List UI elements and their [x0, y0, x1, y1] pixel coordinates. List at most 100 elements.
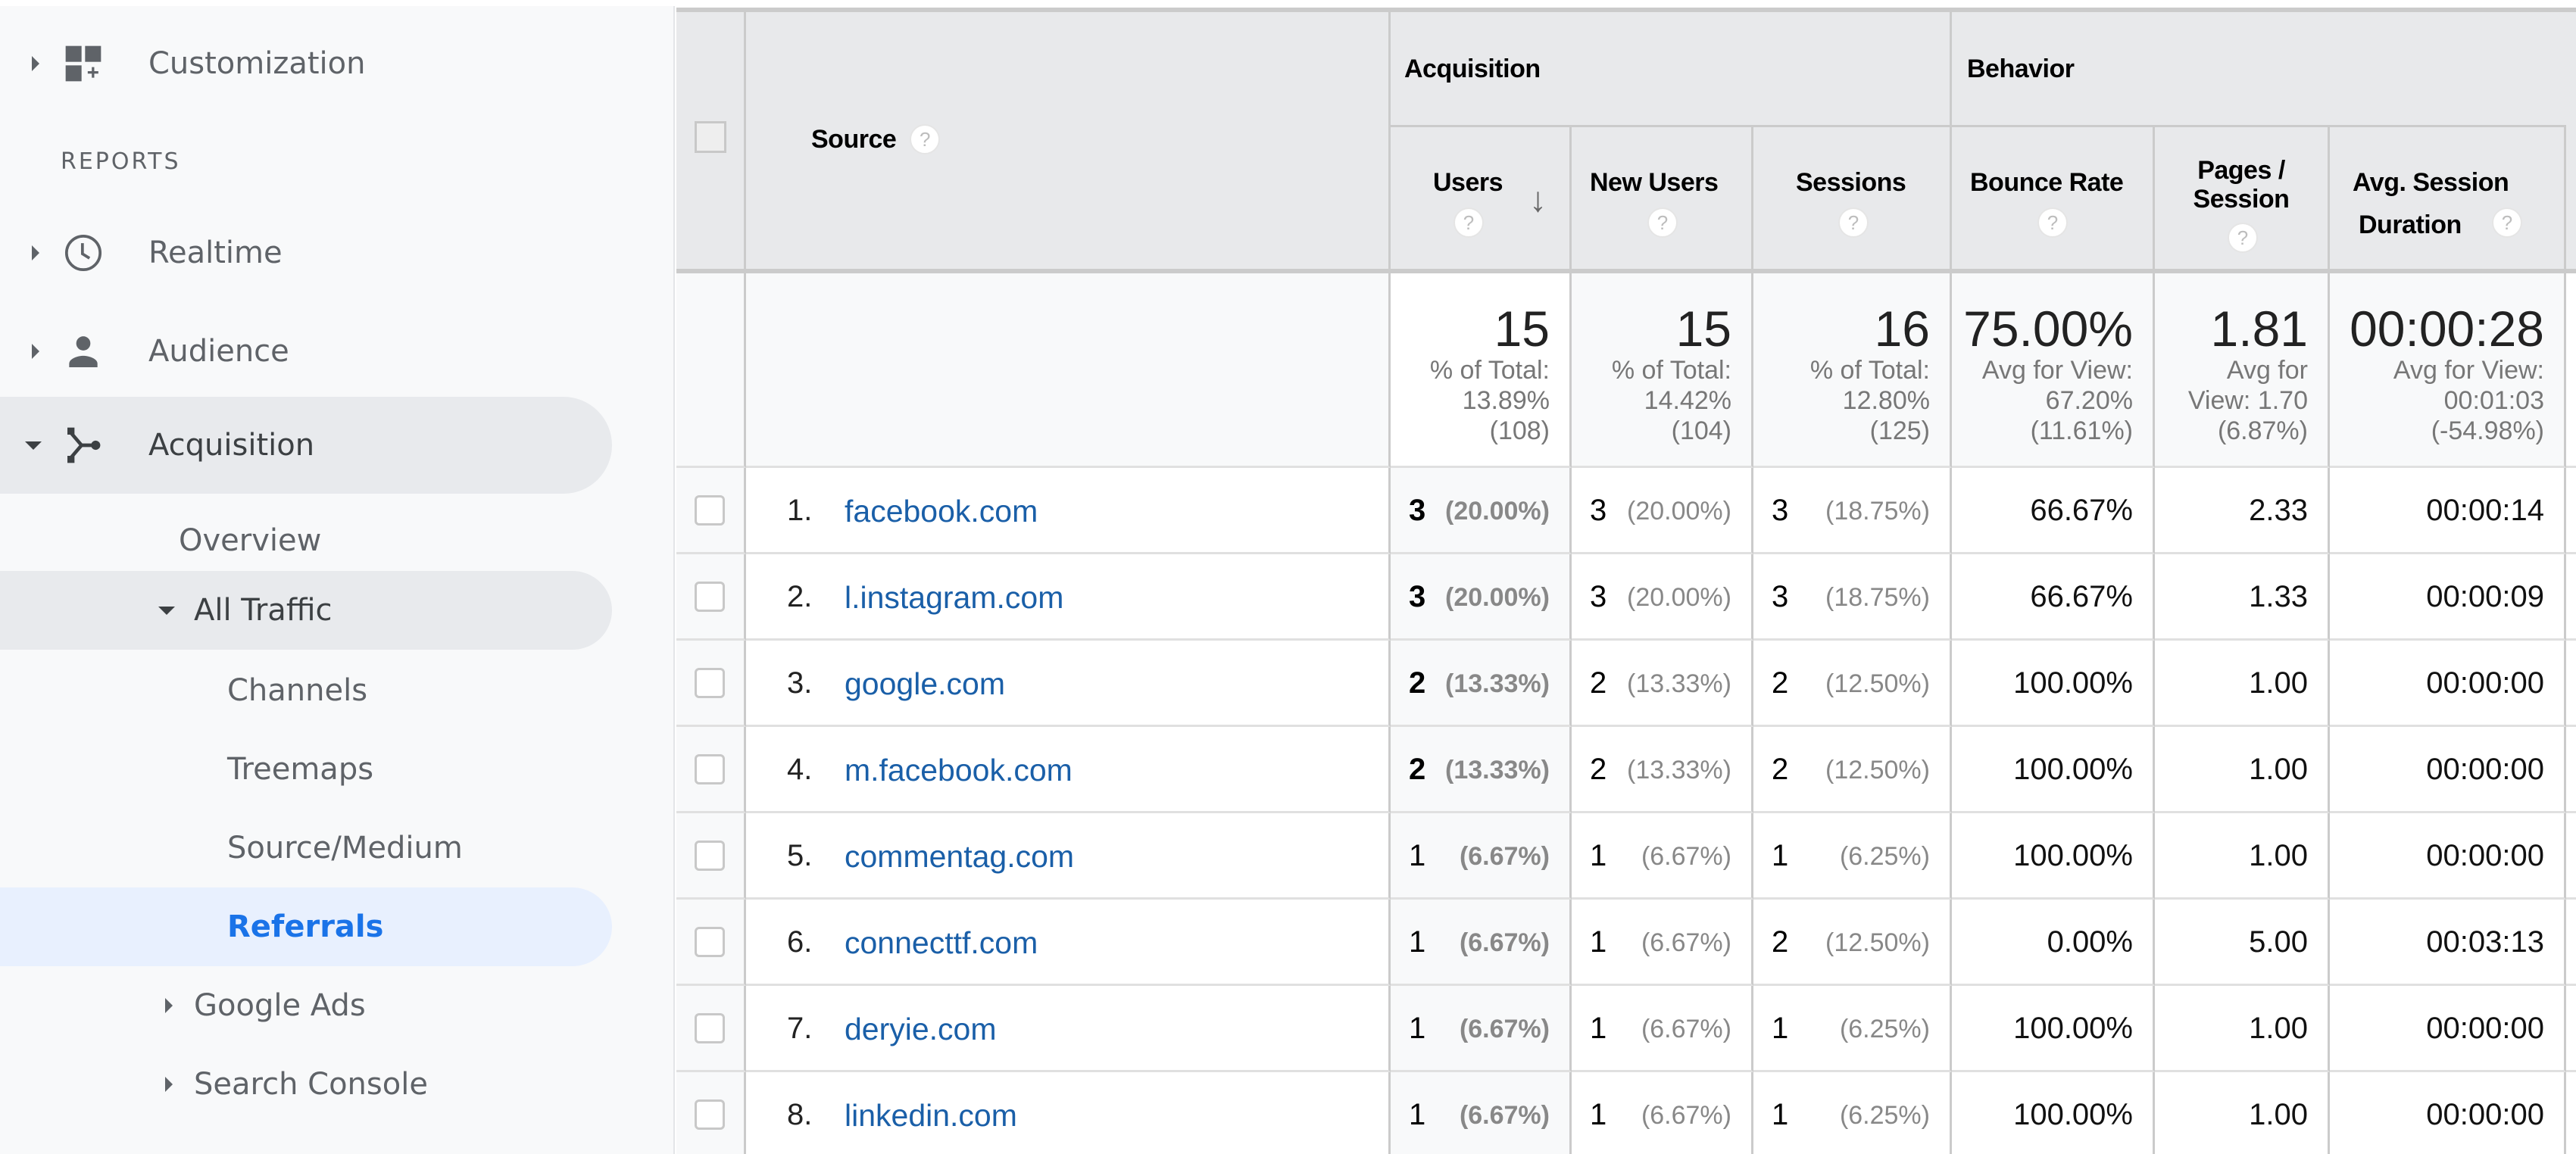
sidebar-item-source-medium[interactable]: Source/Medium [0, 809, 612, 887]
metric-percent: (6.67%) [1641, 842, 1731, 871]
help-icon[interactable]: ? [2037, 207, 2068, 238]
row-avg-duration-cell: 00:00:14 [2330, 468, 2566, 554]
row-overflow-cell [2566, 554, 2576, 641]
clock-icon [62, 232, 105, 274]
group-header-acquisition: Acquisition [1391, 8, 1952, 127]
help-icon[interactable]: ? [1838, 207, 1869, 238]
sidebar-item-channels[interactable]: Channels [0, 651, 612, 730]
total-value: 75.00% [1963, 301, 2133, 357]
source-link[interactable]: l.instagram.com [845, 580, 1063, 616]
sidebar-item-audience[interactable]: Audience [0, 303, 612, 400]
sidebar-item-google-ads[interactable]: Google Ads [0, 966, 612, 1045]
column-header-pages-session[interactable]: Pages / Session ? [2155, 127, 2330, 273]
sidebar-item-acquisition[interactable]: Acquisition [0, 397, 612, 494]
source-link[interactable]: connecttf.com [845, 925, 1038, 961]
row-new-users-cell: 1 (6.67%) [1572, 900, 1753, 986]
metric-value: 1 [1409, 925, 1426, 959]
select-all-checkbox[interactable] [695, 121, 726, 153]
column-header-sessions[interactable]: Sessions ? [1753, 127, 1952, 273]
column-header-label: Duration [2359, 211, 2462, 239]
sidebar-item-search-console[interactable]: Search Console [0, 1045, 612, 1124]
sidebar-item-label: Acquisition [148, 428, 315, 463]
column-header-label: Avg. Session [2353, 168, 2509, 197]
totals-overflow-cell [2566, 273, 2576, 468]
row-pages-session-cell: 1.00 [2155, 641, 2330, 727]
help-icon[interactable]: ? [1453, 207, 1484, 238]
help-icon[interactable]: ? [1647, 207, 1678, 238]
source-link[interactable]: m.facebook.com [845, 753, 1073, 788]
row-sessions-cell: 3 (18.75%) [1753, 554, 1952, 641]
metric-value: 00:00:09 [2426, 580, 2544, 613]
totals-source-cell [746, 273, 1391, 468]
row-checkbox[interactable] [695, 754, 725, 784]
total-average: View: 1.70 [2187, 386, 2308, 415]
sidebar-item-label: Realtime [148, 235, 283, 270]
row-checkbox[interactable] [695, 668, 725, 698]
row-overflow-cell [2566, 900, 2576, 986]
sidebar-item-treemaps[interactable]: Treemaps [0, 730, 612, 809]
row-select-cell [676, 813, 746, 900]
help-icon[interactable]: ? [2228, 223, 2258, 253]
metric-value: 00:00:00 [2426, 1098, 2544, 1131]
caret-right-icon [165, 998, 173, 1013]
source-link[interactable]: commentag.com [845, 839, 1074, 875]
sidebar-item-all-traffic[interactable]: All Traffic [0, 571, 612, 650]
section-label-reports: REPORTS [61, 148, 181, 175]
metric-value: 100.00% [2013, 1012, 2133, 1045]
totals-select-cell [676, 273, 746, 468]
source-link[interactable]: facebook.com [845, 494, 1038, 529]
total-value: 16 [1874, 301, 1930, 357]
row-select-cell [676, 468, 746, 554]
row-users-cell: 1 (6.67%) [1391, 1072, 1572, 1154]
column-header-users[interactable]: Users ? ↓ [1391, 127, 1572, 273]
column-header-label: New Users [1590, 168, 1719, 197]
metric-percent: (6.25%) [1839, 1015, 1930, 1043]
row-checkbox[interactable] [695, 582, 725, 612]
row-select-cell [676, 641, 746, 727]
metric-percent: (13.33%) [1627, 669, 1731, 698]
sidebar-item-referrals[interactable]: Referrals [0, 887, 612, 966]
referrals-table: Source ? Acquisition Behavior Users ? ↓ … [676, 8, 2576, 1154]
total-delta: (-54.98%) [2431, 416, 2544, 445]
row-users-cell: 3 (20.00%) [1391, 468, 1572, 554]
metric-value: 1.00 [2249, 839, 2308, 872]
row-checkbox[interactable] [695, 1013, 725, 1043]
header-source-cell[interactable]: Source ? [746, 8, 1391, 273]
row-avg-duration-cell: 00:00:00 [2330, 727, 2566, 813]
row-checkbox[interactable] [695, 927, 725, 957]
column-header-label: Session [2193, 185, 2290, 214]
source-link[interactable]: deryie.com [845, 1012, 997, 1047]
row-index: 1. [787, 494, 813, 527]
total-caption: Avg for View: [2393, 356, 2544, 385]
column-header-label: Pages / [2197, 156, 2285, 185]
sidebar-item-customization[interactable]: Customization [0, 15, 612, 112]
person-icon [62, 330, 105, 373]
sort-descending-icon[interactable]: ↓ [1529, 179, 1547, 220]
row-users-cell: 2 (13.33%) [1391, 641, 1572, 727]
metric-value: 1 [1772, 1012, 1789, 1045]
row-avg-duration-cell: 00:00:09 [2330, 554, 2566, 641]
totals-bounce-rate: 75.00% Avg for View: 67.20% (11.61%) [1952, 273, 2155, 468]
metric-value: 1 [1409, 839, 1426, 872]
total-percent: 13.89% [1462, 386, 1550, 415]
column-header-bounce-rate[interactable]: Bounce Rate ? [1952, 127, 2155, 273]
source-link[interactable]: linkedin.com [845, 1098, 1017, 1134]
column-header-new-users[interactable]: New Users ? [1572, 127, 1753, 273]
row-checkbox[interactable] [695, 1099, 725, 1130]
row-checkbox[interactable] [695, 841, 725, 871]
row-new-users-cell: 1 (6.67%) [1572, 986, 1753, 1072]
row-users-cell: 1 (6.67%) [1391, 900, 1572, 986]
row-new-users-cell: 2 (13.33%) [1572, 641, 1753, 727]
caret-right-icon [32, 245, 39, 260]
total-percent: 14.42% [1644, 386, 1731, 415]
column-header-avg-session-duration[interactable]: Avg. Session Duration ? [2330, 127, 2566, 273]
help-icon[interactable]: ? [2492, 207, 2522, 238]
row-select-cell [676, 554, 746, 641]
row-sessions-cell: 3 (18.75%) [1753, 468, 1952, 554]
row-checkbox[interactable] [695, 495, 725, 526]
help-icon[interactable]: ? [910, 124, 941, 154]
group-label-acquisition: Acquisition [1404, 55, 1541, 83]
source-link[interactable]: google.com [845, 666, 1005, 702]
row-users-cell: 3 (20.00%) [1391, 554, 1572, 641]
sidebar-item-realtime[interactable]: Realtime [0, 204, 612, 301]
